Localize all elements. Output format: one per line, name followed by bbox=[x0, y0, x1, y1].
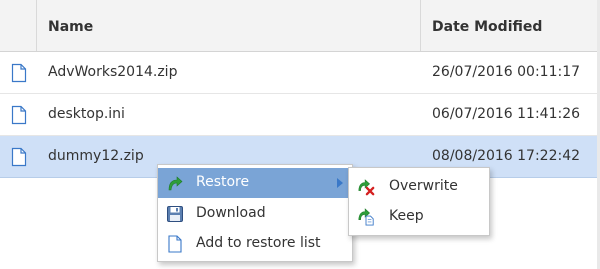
column-header-name[interactable]: Name bbox=[48, 19, 93, 35]
file-icon bbox=[11, 105, 27, 125]
column-divider bbox=[36, 0, 37, 51]
file-name: desktop.ini bbox=[48, 106, 125, 122]
floppy-disk-icon bbox=[167, 206, 183, 222]
menu-item-label: Keep bbox=[389, 208, 424, 224]
menu-item-label: Restore bbox=[196, 174, 250, 190]
restore-arrow-icon bbox=[168, 176, 183, 191]
file-row[interactable]: AdvWorks2014.zip 26/07/2016 00:11:17 bbox=[0, 52, 597, 94]
file-date-modified: 26/07/2016 00:11:17 bbox=[432, 64, 581, 80]
submenu-item-keep[interactable]: Keep bbox=[349, 202, 489, 232]
keep-icon bbox=[358, 208, 374, 226]
document-icon bbox=[168, 235, 182, 253]
menu-item-label: Download bbox=[196, 205, 266, 221]
context-menu: Restore Download Add to restore list bbox=[157, 164, 353, 262]
overwrite-icon bbox=[358, 179, 375, 196]
restore-submenu: Overwrite Keep bbox=[348, 167, 490, 236]
column-divider bbox=[420, 0, 421, 51]
submenu-arrow-icon bbox=[337, 178, 343, 188]
column-header-date-modified[interactable]: Date Modified bbox=[432, 19, 542, 35]
menu-item-add-to-restore-list[interactable]: Add to restore list bbox=[158, 229, 352, 259]
file-icon bbox=[11, 147, 27, 167]
file-icon bbox=[11, 63, 27, 83]
file-date-modified: 08/08/2016 17:22:42 bbox=[432, 148, 581, 164]
file-row[interactable]: desktop.ini 06/07/2016 11:41:26 bbox=[0, 94, 597, 136]
file-name: AdvWorks2014.zip bbox=[48, 64, 178, 80]
file-list-header: Name Date Modified bbox=[0, 0, 600, 52]
file-date-modified: 06/07/2016 11:41:26 bbox=[432, 106, 581, 122]
menu-item-download[interactable]: Download bbox=[158, 199, 352, 229]
file-name: dummy12.zip bbox=[48, 148, 144, 164]
menu-item-restore[interactable]: Restore bbox=[158, 168, 352, 198]
menu-item-label: Overwrite bbox=[389, 178, 458, 194]
menu-item-label: Add to restore list bbox=[196, 235, 321, 251]
submenu-item-overwrite[interactable]: Overwrite bbox=[349, 172, 489, 202]
